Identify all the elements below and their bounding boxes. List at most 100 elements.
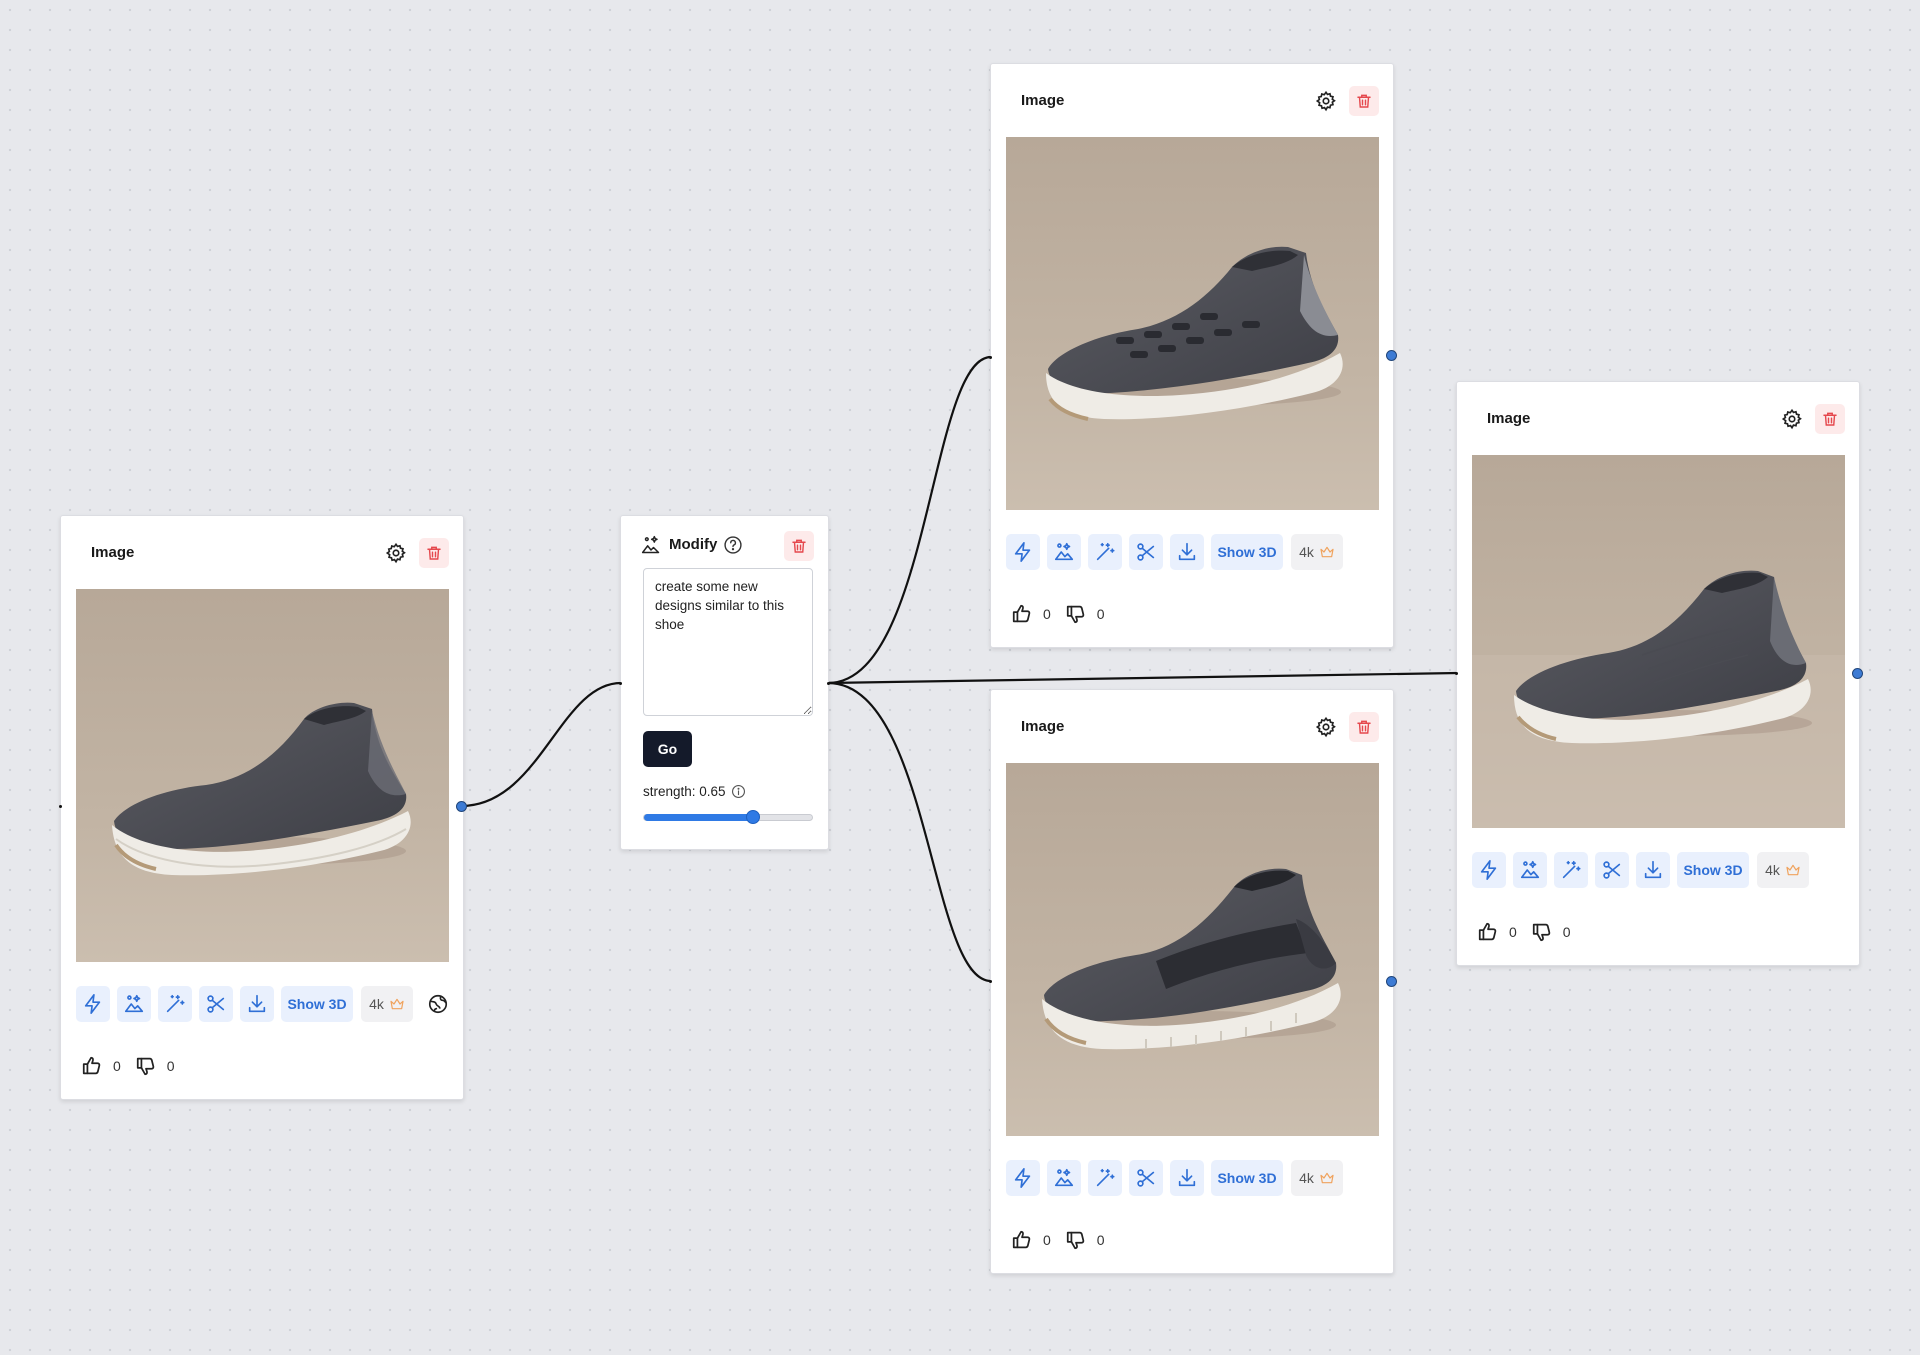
- generated-image[interactable]: [76, 589, 449, 962]
- go-button[interactable]: Go: [643, 731, 692, 767]
- thumbs-down-icon[interactable]: [1531, 921, 1553, 943]
- cut-background-button[interactable]: [1595, 852, 1629, 888]
- dislike-count: 0: [1562, 924, 1571, 940]
- upscale-label: 4k: [1299, 544, 1314, 560]
- lightning-icon: [82, 993, 104, 1015]
- delete-node-button[interactable]: [1815, 404, 1845, 434]
- strength-slider[interactable]: [643, 810, 813, 824]
- modify-image-button[interactable]: [1047, 534, 1081, 570]
- vote-bar: 0 0: [1477, 920, 1585, 944]
- delete-node-button[interactable]: [1349, 712, 1379, 742]
- edge-modify-to-result3: [827, 671, 1459, 685]
- input-handle[interactable]: [989, 980, 992, 983]
- thumbs-down-icon[interactable]: [135, 1055, 157, 1077]
- upscale-4k-button[interactable]: 4k: [1291, 534, 1343, 570]
- enhance-button[interactable]: [1088, 1160, 1122, 1196]
- cut-background-button[interactable]: [1129, 1160, 1163, 1196]
- upscale-4k-button[interactable]: 4k: [361, 986, 413, 1022]
- generated-image[interactable]: [1472, 455, 1845, 828]
- thumbs-up-icon[interactable]: [1011, 603, 1033, 625]
- quick-action-button[interactable]: [1006, 1160, 1040, 1196]
- image-node-source[interactable]: Image Show 3D 4k 0 0: [60, 515, 464, 1100]
- download-button[interactable]: [1170, 1160, 1204, 1196]
- thumbs-down-icon[interactable]: [1065, 1229, 1087, 1251]
- cut-background-button[interactable]: [199, 986, 233, 1022]
- node-header: Image: [991, 690, 1393, 762]
- gear-icon[interactable]: [1315, 90, 1337, 112]
- slider-thumb[interactable]: [746, 810, 761, 824]
- download-icon: [1642, 859, 1664, 881]
- image-node-result-1[interactable]: Image Show 3D 4k 0 0: [990, 63, 1394, 648]
- delete-node-button[interactable]: [419, 538, 449, 568]
- thumbs-up-icon[interactable]: [1477, 921, 1499, 943]
- info-icon[interactable]: [731, 784, 746, 799]
- input-handle[interactable]: [989, 356, 992, 359]
- upscale-label: 4k: [1765, 862, 1780, 878]
- like-count: 0: [1043, 606, 1051, 622]
- enhance-button[interactable]: [1088, 534, 1122, 570]
- image-node-result-2[interactable]: Image Show 3D 4k 0 0: [990, 689, 1394, 1274]
- show-3d-button[interactable]: Show 3D: [1677, 852, 1749, 888]
- quick-action-button[interactable]: [1006, 534, 1040, 570]
- upscale-4k-button[interactable]: 4k: [1291, 1160, 1343, 1196]
- output-handle[interactable]: [1386, 976, 1397, 987]
- gear-icon[interactable]: [1315, 716, 1337, 738]
- download-button[interactable]: [1636, 852, 1670, 888]
- input-handle[interactable]: [59, 805, 62, 808]
- gear-icon[interactable]: [385, 542, 407, 564]
- node-header: Image: [61, 516, 463, 588]
- globe-icon[interactable]: [427, 993, 449, 1015]
- thumbs-down-icon[interactable]: [1065, 603, 1087, 625]
- crown-icon: [1319, 1170, 1335, 1186]
- node-title: Modify: [669, 536, 718, 553]
- vote-bar: 0 0: [81, 1054, 189, 1078]
- upscale-4k-button[interactable]: 4k: [1757, 852, 1809, 888]
- edge-source-to-modify: [460, 681, 622, 808]
- delete-node-button[interactable]: [1349, 86, 1379, 116]
- input-handle[interactable]: [1455, 672, 1458, 675]
- modify-image-button[interactable]: [117, 986, 151, 1022]
- like-count: 0: [1043, 1232, 1051, 1248]
- download-button[interactable]: [240, 986, 274, 1022]
- prompt-input[interactable]: create some new designs similar to this …: [643, 568, 813, 716]
- upscale-label: 4k: [369, 996, 384, 1012]
- modify-image-button[interactable]: [1513, 852, 1547, 888]
- trash-icon: [1355, 718, 1373, 736]
- download-button[interactable]: [1170, 534, 1204, 570]
- cut-background-button[interactable]: [1129, 534, 1163, 570]
- output-handle[interactable]: [1852, 668, 1863, 679]
- node-title: Image: [1021, 718, 1065, 735]
- quick-action-button[interactable]: [76, 986, 110, 1022]
- gear-icon[interactable]: [1781, 408, 1803, 430]
- node-header: Image: [991, 64, 1393, 136]
- scissors-icon: [1601, 859, 1623, 881]
- trash-icon: [425, 544, 443, 562]
- modify-image-button[interactable]: [1047, 1160, 1081, 1196]
- scissors-icon: [205, 993, 227, 1015]
- magic-wand-icon: [1560, 859, 1582, 881]
- magic-wand-icon: [1094, 541, 1116, 563]
- edge-modify-to-result2: [827, 681, 992, 983]
- image-node-result-3[interactable]: Image Show 3D 4k 0 0: [1456, 381, 1860, 966]
- slider-fill: [644, 814, 754, 821]
- output-handle[interactable]: [827, 682, 830, 685]
- enhance-button[interactable]: [158, 986, 192, 1022]
- show-3d-button[interactable]: Show 3D: [1211, 1160, 1283, 1196]
- quick-action-button[interactable]: [1472, 852, 1506, 888]
- like-count: 0: [1509, 924, 1517, 940]
- enhance-button[interactable]: [1554, 852, 1588, 888]
- input-handle[interactable]: [619, 682, 622, 685]
- download-icon: [1176, 541, 1198, 563]
- show-3d-button[interactable]: Show 3D: [281, 986, 353, 1022]
- show-3d-button[interactable]: Show 3D: [1211, 534, 1283, 570]
- output-handle[interactable]: [1386, 350, 1397, 361]
- vote-bar: 0 0: [1011, 1228, 1119, 1252]
- output-handle[interactable]: [456, 801, 467, 812]
- help-circle-icon[interactable]: [723, 535, 743, 555]
- generated-image[interactable]: [1006, 137, 1379, 510]
- modify-node[interactable]: Modify create some new designs similar t…: [620, 515, 829, 850]
- delete-node-button[interactable]: [784, 531, 814, 561]
- generated-image[interactable]: [1006, 763, 1379, 1136]
- thumbs-up-icon[interactable]: [1011, 1229, 1033, 1251]
- thumbs-up-icon[interactable]: [81, 1055, 103, 1077]
